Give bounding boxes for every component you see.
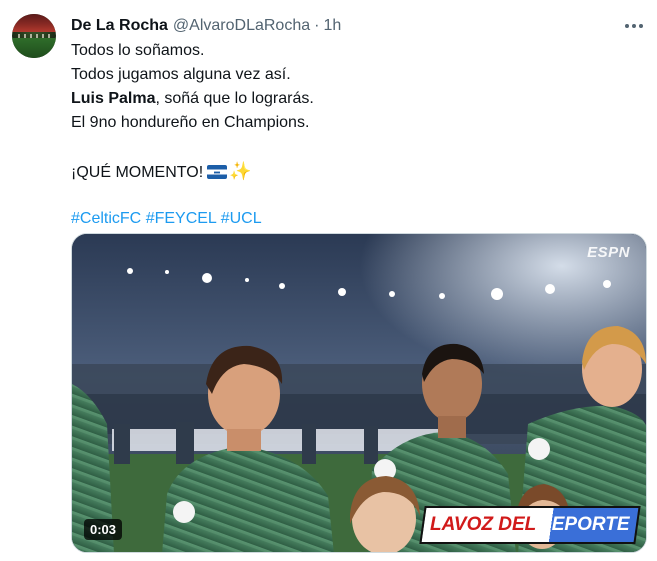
avatar-stand: [12, 14, 56, 32]
tweet-line: Luis Palma, soñá que lo lograrás.: [71, 87, 641, 111]
author-handle[interactable]: @AlvaroDLaRocha: [173, 17, 310, 35]
tweet-line: El 9no hondureño en Champions.: [71, 114, 310, 131]
tweet-line: Todos lo soñamos.: [71, 42, 205, 59]
separator-dot: ·: [314, 17, 320, 34]
hashtags-line: #CelticFC #FEYCEL #UCL: [71, 207, 641, 231]
video-player[interactable]: ESPN 0:03 LAVOZ DEL DEPORTE: [71, 233, 647, 553]
author-name[interactable]: De La Rocha: [71, 17, 168, 35]
tweet-timestamp[interactable]: 1h: [323, 17, 341, 35]
tweet-line: Todos jugamos alguna vez así.: [71, 66, 291, 83]
tweet-line-rest: , soñá que lo lograrás.: [155, 90, 314, 107]
avatar[interactable]: [12, 14, 56, 58]
broadcaster-logo: ESPN: [587, 244, 630, 261]
avatar-pitch: [12, 38, 56, 58]
more-horizontal-icon[interactable]: [623, 16, 645, 36]
tweet-line: ¡QUÉ MOMENTO! ✨: [71, 159, 641, 183]
tweet-text: Todos lo soñamos. Todos jugamos alguna v…: [71, 39, 641, 231]
hashtag-link[interactable]: #FEYCEL: [146, 210, 217, 227]
honduras-flag-icon: [207, 165, 228, 179]
exclamation-text: ¡QUÉ MOMENTO!: [71, 164, 204, 181]
hashtag-link[interactable]: #CelticFC: [71, 210, 141, 227]
watermark-text-2: DEPORTE: [538, 514, 630, 535]
watermark-logo: LAVOZ DEL DEPORTE: [419, 506, 641, 544]
mention-name: Luis Palma: [71, 90, 156, 107]
video-duration-badge: 0:03: [84, 519, 123, 540]
watermark-text-1: LAVOZ DEL: [430, 514, 537, 535]
tweet[interactable]: De La Rocha @AlvaroDLaRocha · 1h Todos l…: [0, 0, 657, 561]
hashtag-link[interactable]: #UCL: [221, 210, 262, 227]
tweet-header: De La Rocha @AlvaroDLaRocha · 1h: [71, 15, 341, 37]
sparkles-icon: ✨: [229, 161, 252, 181]
